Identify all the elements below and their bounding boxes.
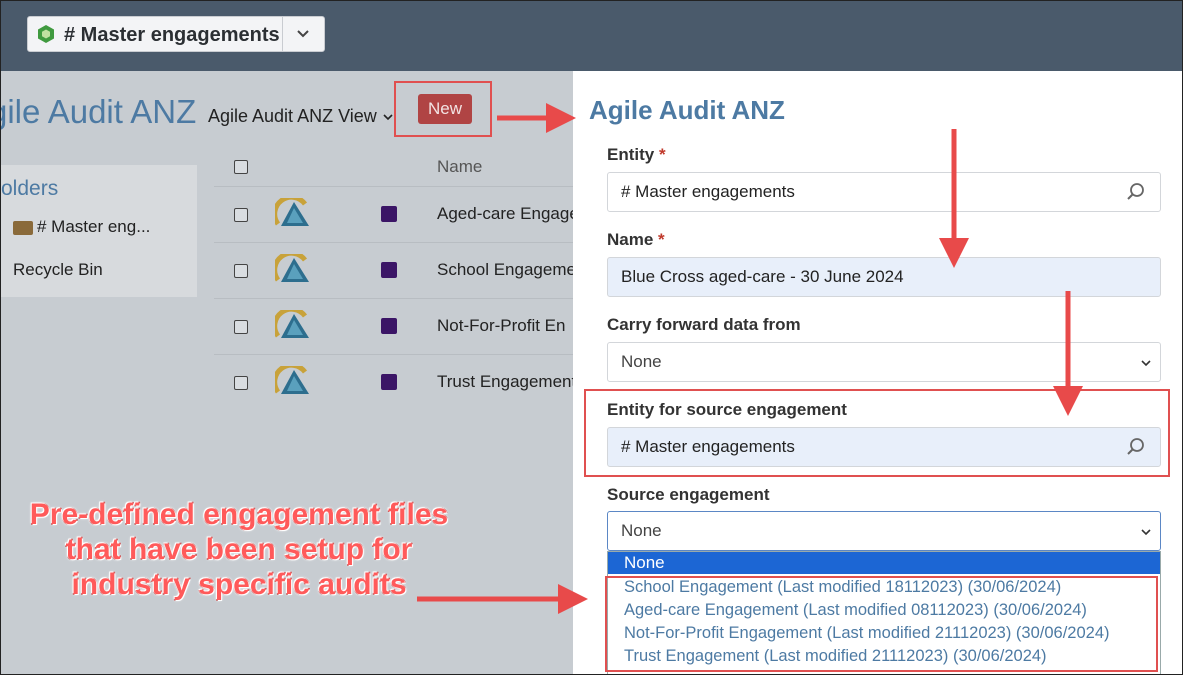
view-selector[interactable]: Agile Audit ANZ View [208,106,394,127]
row-checkbox[interactable] [234,376,248,390]
options-highlight-box [605,576,1158,672]
audit-logo-icon [275,254,309,282]
status-color-swatch [381,206,397,222]
callout-line: that have been setup for [65,532,413,567]
dropdown-option-selected[interactable]: None [608,552,1160,574]
row-checkbox[interactable] [234,208,248,222]
entity-label: Entity * [607,145,666,165]
table-row[interactable]: Trust Engagement [214,354,576,410]
source-engagement-select[interactable]: None [607,511,1161,551]
carry-forward-label: Carry forward data from [607,315,801,334]
source-engagement-value: None [621,521,662,540]
entity-label-text: Entity [607,145,655,164]
row-name[interactable]: Not-For-Profit En [437,316,565,336]
source-engagement-label: Source engagement [607,485,770,504]
name-field[interactable]: Blue Cross aged-care - 30 June 2024 [607,257,1161,297]
column-header-name[interactable]: Name [437,157,482,177]
required-marker: * [658,145,666,164]
chevron-down-icon [1141,360,1151,367]
chevron-down-icon [1141,529,1151,536]
status-color-swatch [381,374,397,390]
row-checkbox[interactable] [234,320,248,334]
status-color-swatch [381,262,397,278]
folders-panel: olders # Master eng... Recycle Bin [1,165,197,297]
top-bar: # Master engagements [1,1,1182,71]
required-marker: * [658,230,665,249]
folder-item-master[interactable]: # Master eng... [13,217,150,237]
engagement-list: Name Aged-care Engage School Engageme No… [214,148,579,394]
row-name[interactable]: Aged-care Engage [437,204,579,224]
screenshot-frame: # Master engagements gile Audit ANZ Agil… [0,0,1183,675]
folder-item-label: # Master eng... [37,217,151,236]
carry-forward-select[interactable]: None [607,342,1161,382]
annotation-callout: Pre-defined engagement files that have b… [29,497,449,602]
name-label-text: Name [607,230,654,249]
source-entity-highlight-box [584,389,1170,477]
row-name[interactable]: Trust Engagement [437,372,576,392]
panel-title: Agile Audit ANZ [589,95,785,125]
entity-switcher[interactable]: # Master engagements [27,16,325,52]
row-checkbox[interactable] [234,264,248,278]
table-row[interactable]: Aged-care Engage [214,186,579,243]
folder-item-recycle-bin[interactable]: Recycle Bin [13,260,103,280]
audit-logo-icon [275,310,309,338]
switcher-divider [282,17,283,51]
recycle-bin-label: Recycle Bin [13,260,103,279]
table-row[interactable]: School Engageme [214,242,576,299]
table-row[interactable]: Not-For-Profit En [214,298,573,355]
list-header: Name [214,148,573,187]
callout-line: Pre-defined engagement files [29,497,449,532]
audit-logo-icon [275,198,309,226]
search-icon[interactable] [1126,182,1146,202]
folders-heading: olders [1,177,59,200]
folder-icon [13,220,33,235]
page-title: gile Audit ANZ [0,93,197,130]
row-name[interactable]: School Engageme [437,260,576,280]
audit-logo-icon [275,366,309,394]
name-label: Name * [607,230,665,250]
chevron-down-icon [383,114,393,121]
name-field-value: Blue Cross aged-care - 30 June 2024 [621,267,904,286]
select-all-checkbox[interactable] [234,160,248,174]
entity-switcher-label: # Master engagements [64,24,280,46]
chevron-down-icon[interactable] [294,25,312,43]
new-button-highlight-box [394,81,492,137]
view-selector-label: Agile Audit ANZ View [208,106,377,126]
status-color-swatch [381,318,397,334]
entity-field-value: # Master engagements [621,182,795,201]
callout-line: industry specific audits [71,567,408,602]
hexagon-icon [38,25,54,43]
carry-forward-value: None [621,352,662,371]
entity-field[interactable]: # Master engagements [607,172,1161,212]
